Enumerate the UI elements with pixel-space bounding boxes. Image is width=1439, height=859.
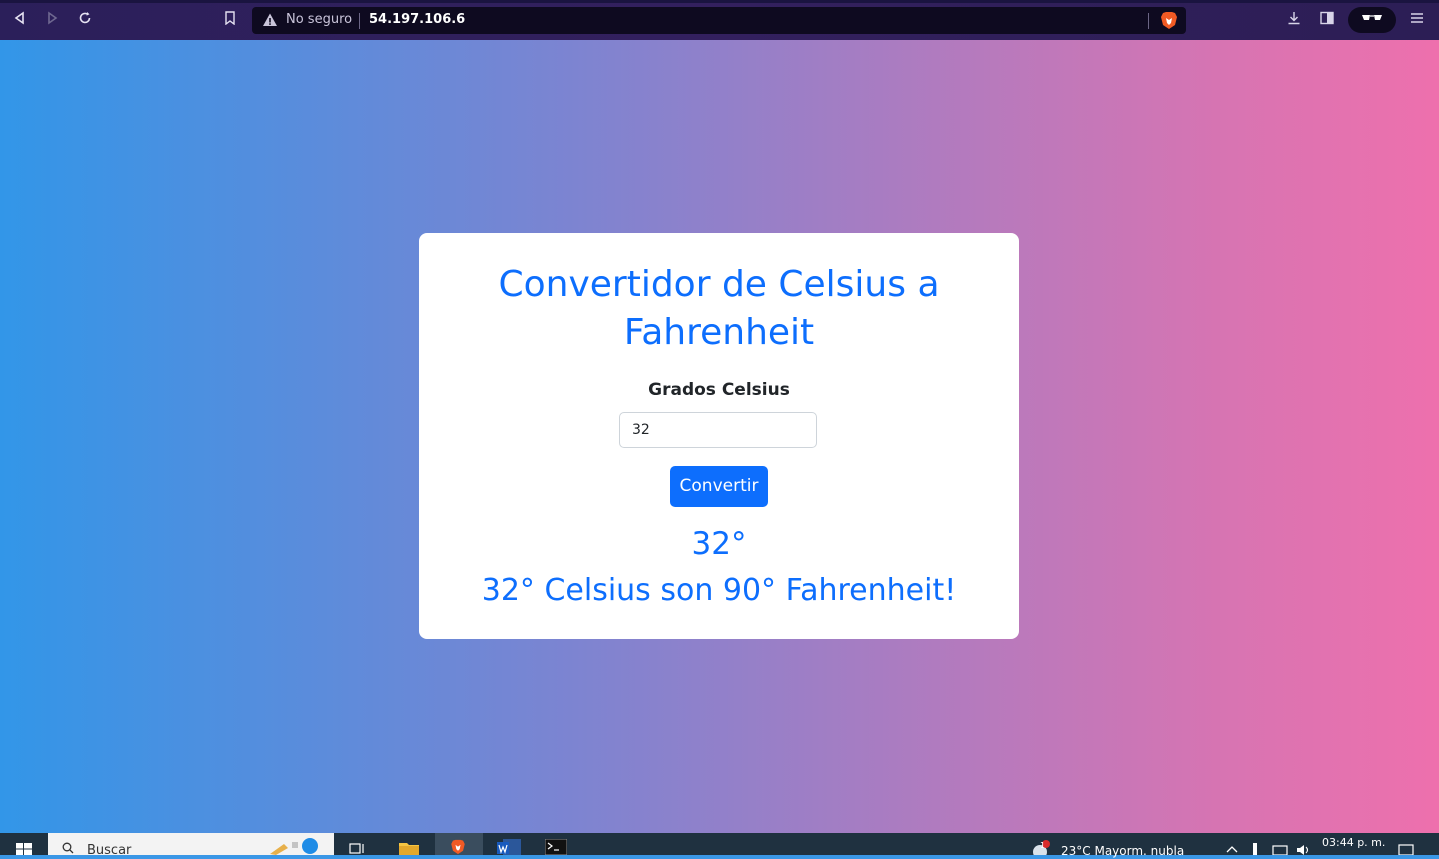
pen-icon[interactable] xyxy=(1250,843,1260,855)
network-icon[interactable] xyxy=(1272,845,1288,855)
reload-icon[interactable] xyxy=(75,10,95,30)
forward-icon[interactable] xyxy=(42,10,62,30)
task-view-icon[interactable] xyxy=(349,839,371,855)
security-status[interactable]: No seguro xyxy=(286,12,352,27)
converter-card: Convertidor de Celsius a Fahrenheit Grad… xyxy=(419,233,1019,639)
celsius-label: Grados Celsius xyxy=(648,380,790,400)
convert-button[interactable]: Convertir xyxy=(670,466,768,507)
url-text[interactable]: 54.197.106.6 xyxy=(369,12,465,27)
address-bar[interactable]: No seguro 54.197.106.6 xyxy=(252,7,1186,34)
brave-browser-icon xyxy=(451,839,465,855)
file-explorer-icon[interactable] xyxy=(398,839,420,855)
brave-shields-icon[interactable] xyxy=(1160,11,1178,30)
tab-strip xyxy=(0,0,1439,3)
taskbar: Buscar 1 23°C Mayorm. nubla 03:44 p. m. xyxy=(0,833,1439,858)
divider xyxy=(1148,13,1149,29)
windows-start-icon[interactable] xyxy=(16,843,32,855)
search-placeholder: Buscar xyxy=(87,843,132,858)
page-title: Convertidor de Celsius a Fahrenheit xyxy=(498,264,940,353)
celsius-input[interactable]: 32 xyxy=(619,412,817,448)
sidebar-icon[interactable] xyxy=(1320,11,1334,30)
menu-icon[interactable] xyxy=(1410,11,1424,30)
search-highlight-icon xyxy=(270,838,318,855)
clock[interactable]: 03:44 p. m. xyxy=(1322,836,1385,849)
warning-icon xyxy=(263,13,277,26)
private-profile-icon[interactable] xyxy=(1348,7,1396,33)
chevron-up-icon[interactable] xyxy=(1226,845,1238,853)
terminal-icon[interactable] xyxy=(544,838,568,856)
bookmark-icon[interactable] xyxy=(220,10,240,30)
word-icon[interactable] xyxy=(497,839,521,855)
divider xyxy=(359,13,360,29)
result-text: 32° Celsius son 90° Fahrenheit! xyxy=(481,573,957,608)
notification-count: 1 xyxy=(1040,841,1046,850)
volume-icon[interactable] xyxy=(1296,844,1312,855)
notifications-icon[interactable] xyxy=(1398,844,1414,855)
back-icon[interactable] xyxy=(10,10,30,30)
taskbar-search[interactable]: Buscar xyxy=(48,833,334,858)
degrees-display: 32° xyxy=(691,526,747,562)
taskbar-active-app[interactable] xyxy=(435,833,483,855)
search-icon xyxy=(62,842,74,854)
browser-toolbar: No seguro 54.197.106.6 xyxy=(0,0,1439,40)
page-background: Convertidor de Celsius a Fahrenheit Grad… xyxy=(0,40,1439,833)
weather-text[interactable]: 23°C Mayorm. nubla xyxy=(1061,844,1184,858)
download-icon[interactable] xyxy=(1287,11,1301,30)
